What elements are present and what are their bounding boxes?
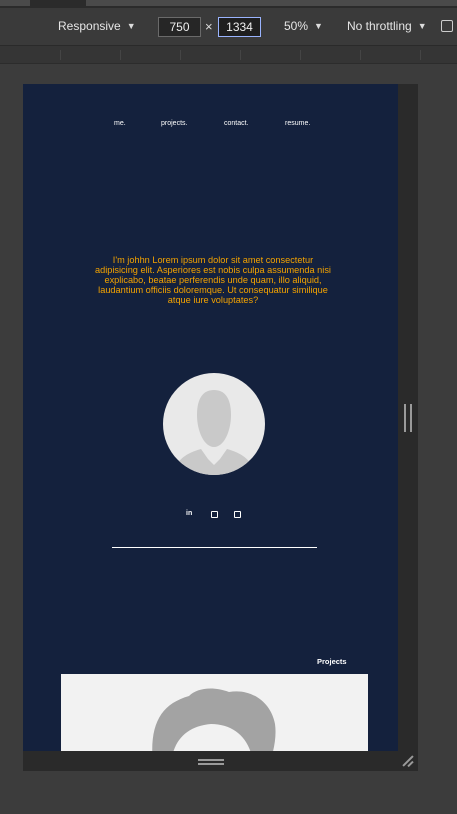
github-icon[interactable] — [234, 511, 241, 518]
nav-link-me[interactable]: me. — [114, 120, 126, 127]
profile-avatar — [163, 373, 265, 475]
chevron-down-icon: ▼ — [314, 21, 323, 31]
chevron-down-icon: ▼ — [417, 21, 427, 31]
device-toolbar: Responsive ▼ 750 × 1334 50% ▼ No throttl… — [0, 8, 457, 46]
throttle-label: No throttling — [347, 19, 412, 33]
chevron-down-icon: ▼ — [126, 21, 136, 31]
times-icon: × — [205, 19, 213, 34]
intro-text: I'm johhn Lorem ipsum dolor sit amet con… — [95, 255, 331, 305]
social-links: in — [186, 510, 246, 520]
site-nav: me. projects. contact. resume. — [23, 120, 398, 134]
resize-handle-right[interactable] — [404, 404, 412, 432]
nav-link-contact[interactable]: contact. — [224, 120, 249, 127]
panel-tab-bar — [86, 0, 457, 6]
height-input[interactable]: 1334 — [218, 17, 261, 37]
width-input[interactable]: 750 — [158, 17, 201, 37]
nav-link-projects[interactable]: projects. — [161, 120, 187, 127]
projects-heading: Projects — [317, 657, 347, 666]
project-image — [152, 688, 276, 751]
resize-corner-icon[interactable] — [402, 755, 414, 767]
project-card[interactable] — [61, 674, 368, 751]
device-selector-label: Responsive — [58, 19, 121, 33]
throttle-selector[interactable]: No throttling ▼ — [347, 19, 427, 33]
linkedin-icon[interactable]: in — [186, 510, 192, 517]
page-viewport: me. projects. contact. resume. I'm johhn… — [23, 84, 398, 751]
instagram-icon[interactable] — [211, 511, 218, 518]
device-frame: me. projects. contact. resume. I'm johhn… — [23, 84, 418, 771]
nav-link-resume[interactable]: resume. — [285, 120, 310, 127]
zoom-selector[interactable]: 50% ▼ — [284, 19, 323, 33]
panel-tab[interactable] — [0, 0, 30, 6]
device-selector[interactable]: Responsive ▼ — [58, 19, 136, 33]
avatar-placeholder-icon — [173, 390, 255, 475]
rotate-icon[interactable] — [441, 20, 453, 32]
section-divider — [112, 547, 317, 548]
resize-handle-bottom[interactable] — [198, 759, 224, 765]
devtools-top-strip — [0, 0, 457, 8]
zoom-label: 50% — [284, 19, 309, 33]
media-query-bar — [0, 46, 457, 64]
